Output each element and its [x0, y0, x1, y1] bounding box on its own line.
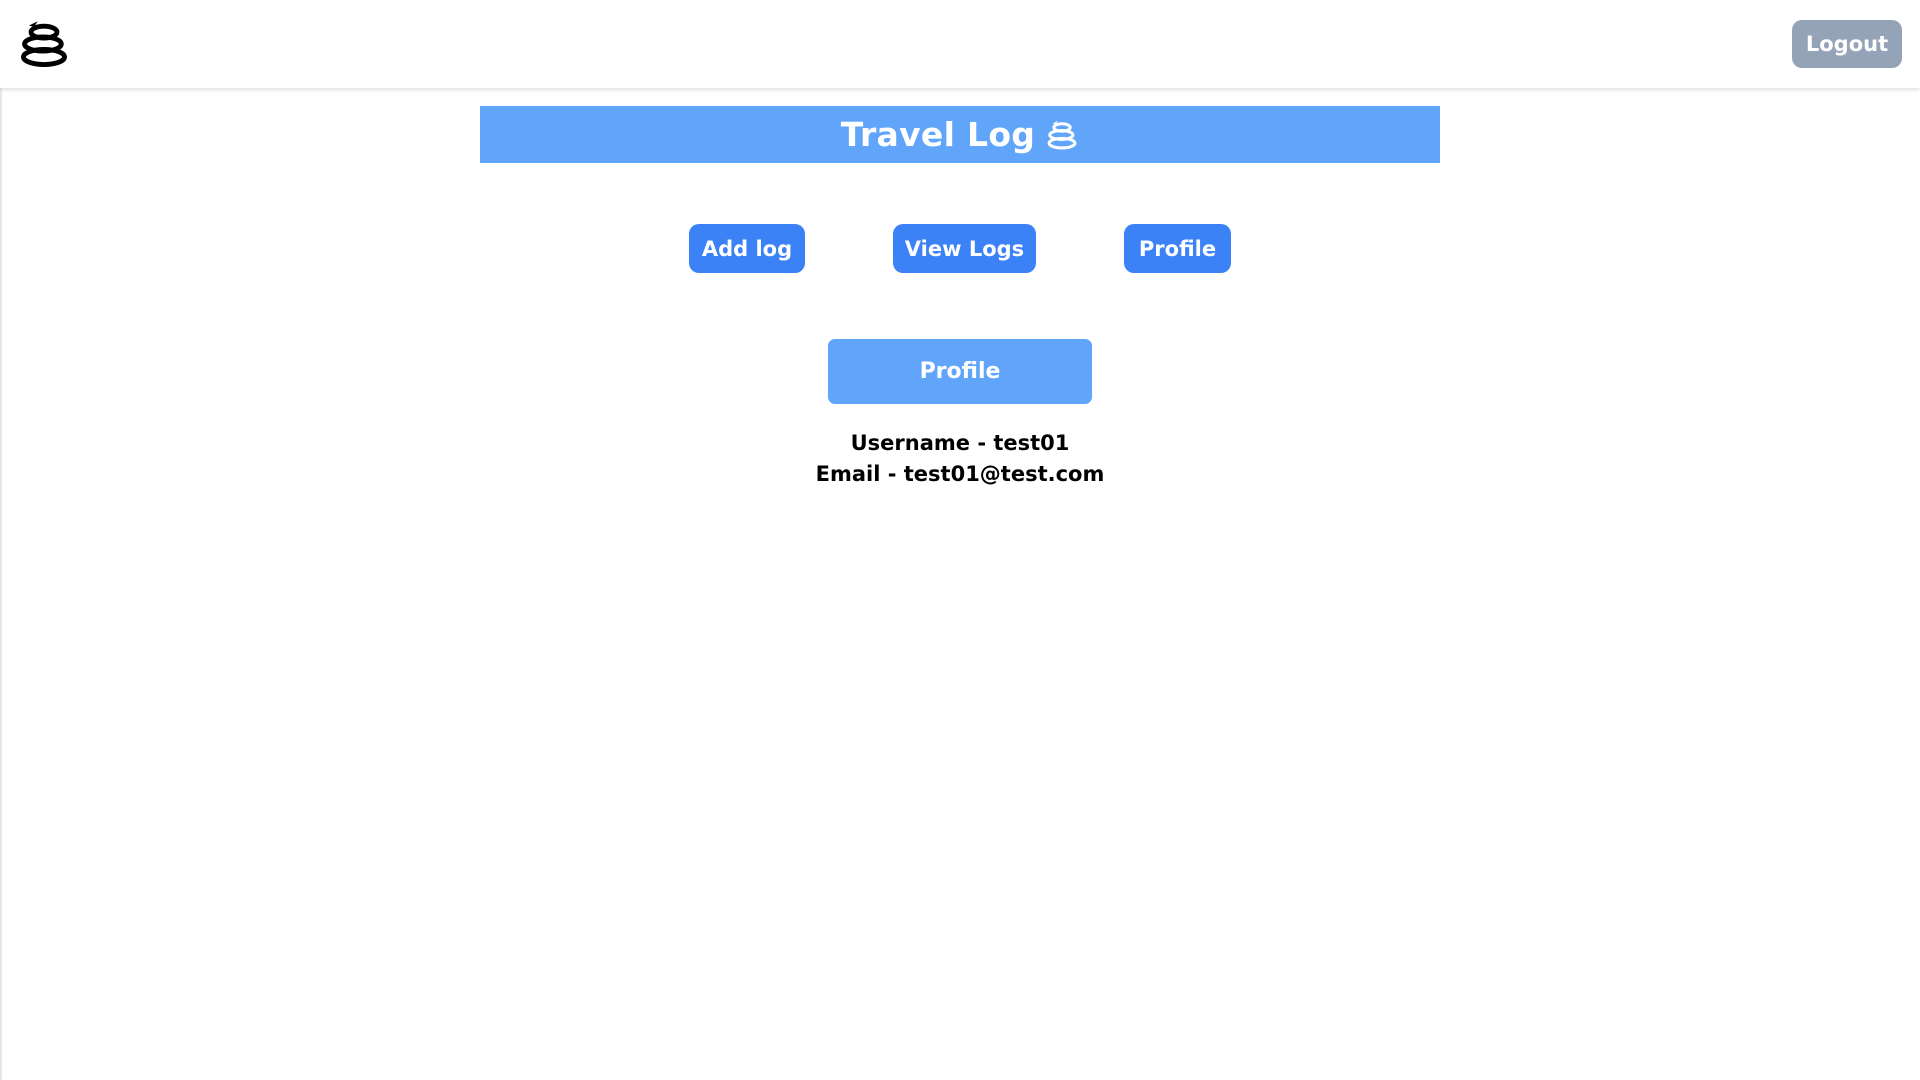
view-logs-button[interactable]: View Logs [893, 224, 1036, 273]
profile-info: Username - test01 Email - test01@test.co… [760, 428, 1160, 490]
profile-button[interactable]: Profile [1124, 224, 1231, 273]
page-title: Travel Log [840, 115, 1036, 154]
logout-button[interactable]: Logout [1792, 20, 1902, 68]
username-line: Username - test01 [850, 431, 1070, 455]
logo-icon[interactable] [17, 17, 71, 71]
navbar: Logout [0, 0, 1920, 88]
add-log-button[interactable]: Add log [689, 224, 805, 273]
travel-log-logo-icon [1045, 118, 1079, 152]
page: Logout Travel Log Add log View Logs Prof… [0, 0, 1920, 1080]
page-left-border [0, 0, 2, 1080]
title-banner: Travel Log [480, 106, 1440, 163]
profile-section-header: Profile [828, 339, 1092, 404]
email-line: Email - test01@test.com [815, 462, 1105, 486]
